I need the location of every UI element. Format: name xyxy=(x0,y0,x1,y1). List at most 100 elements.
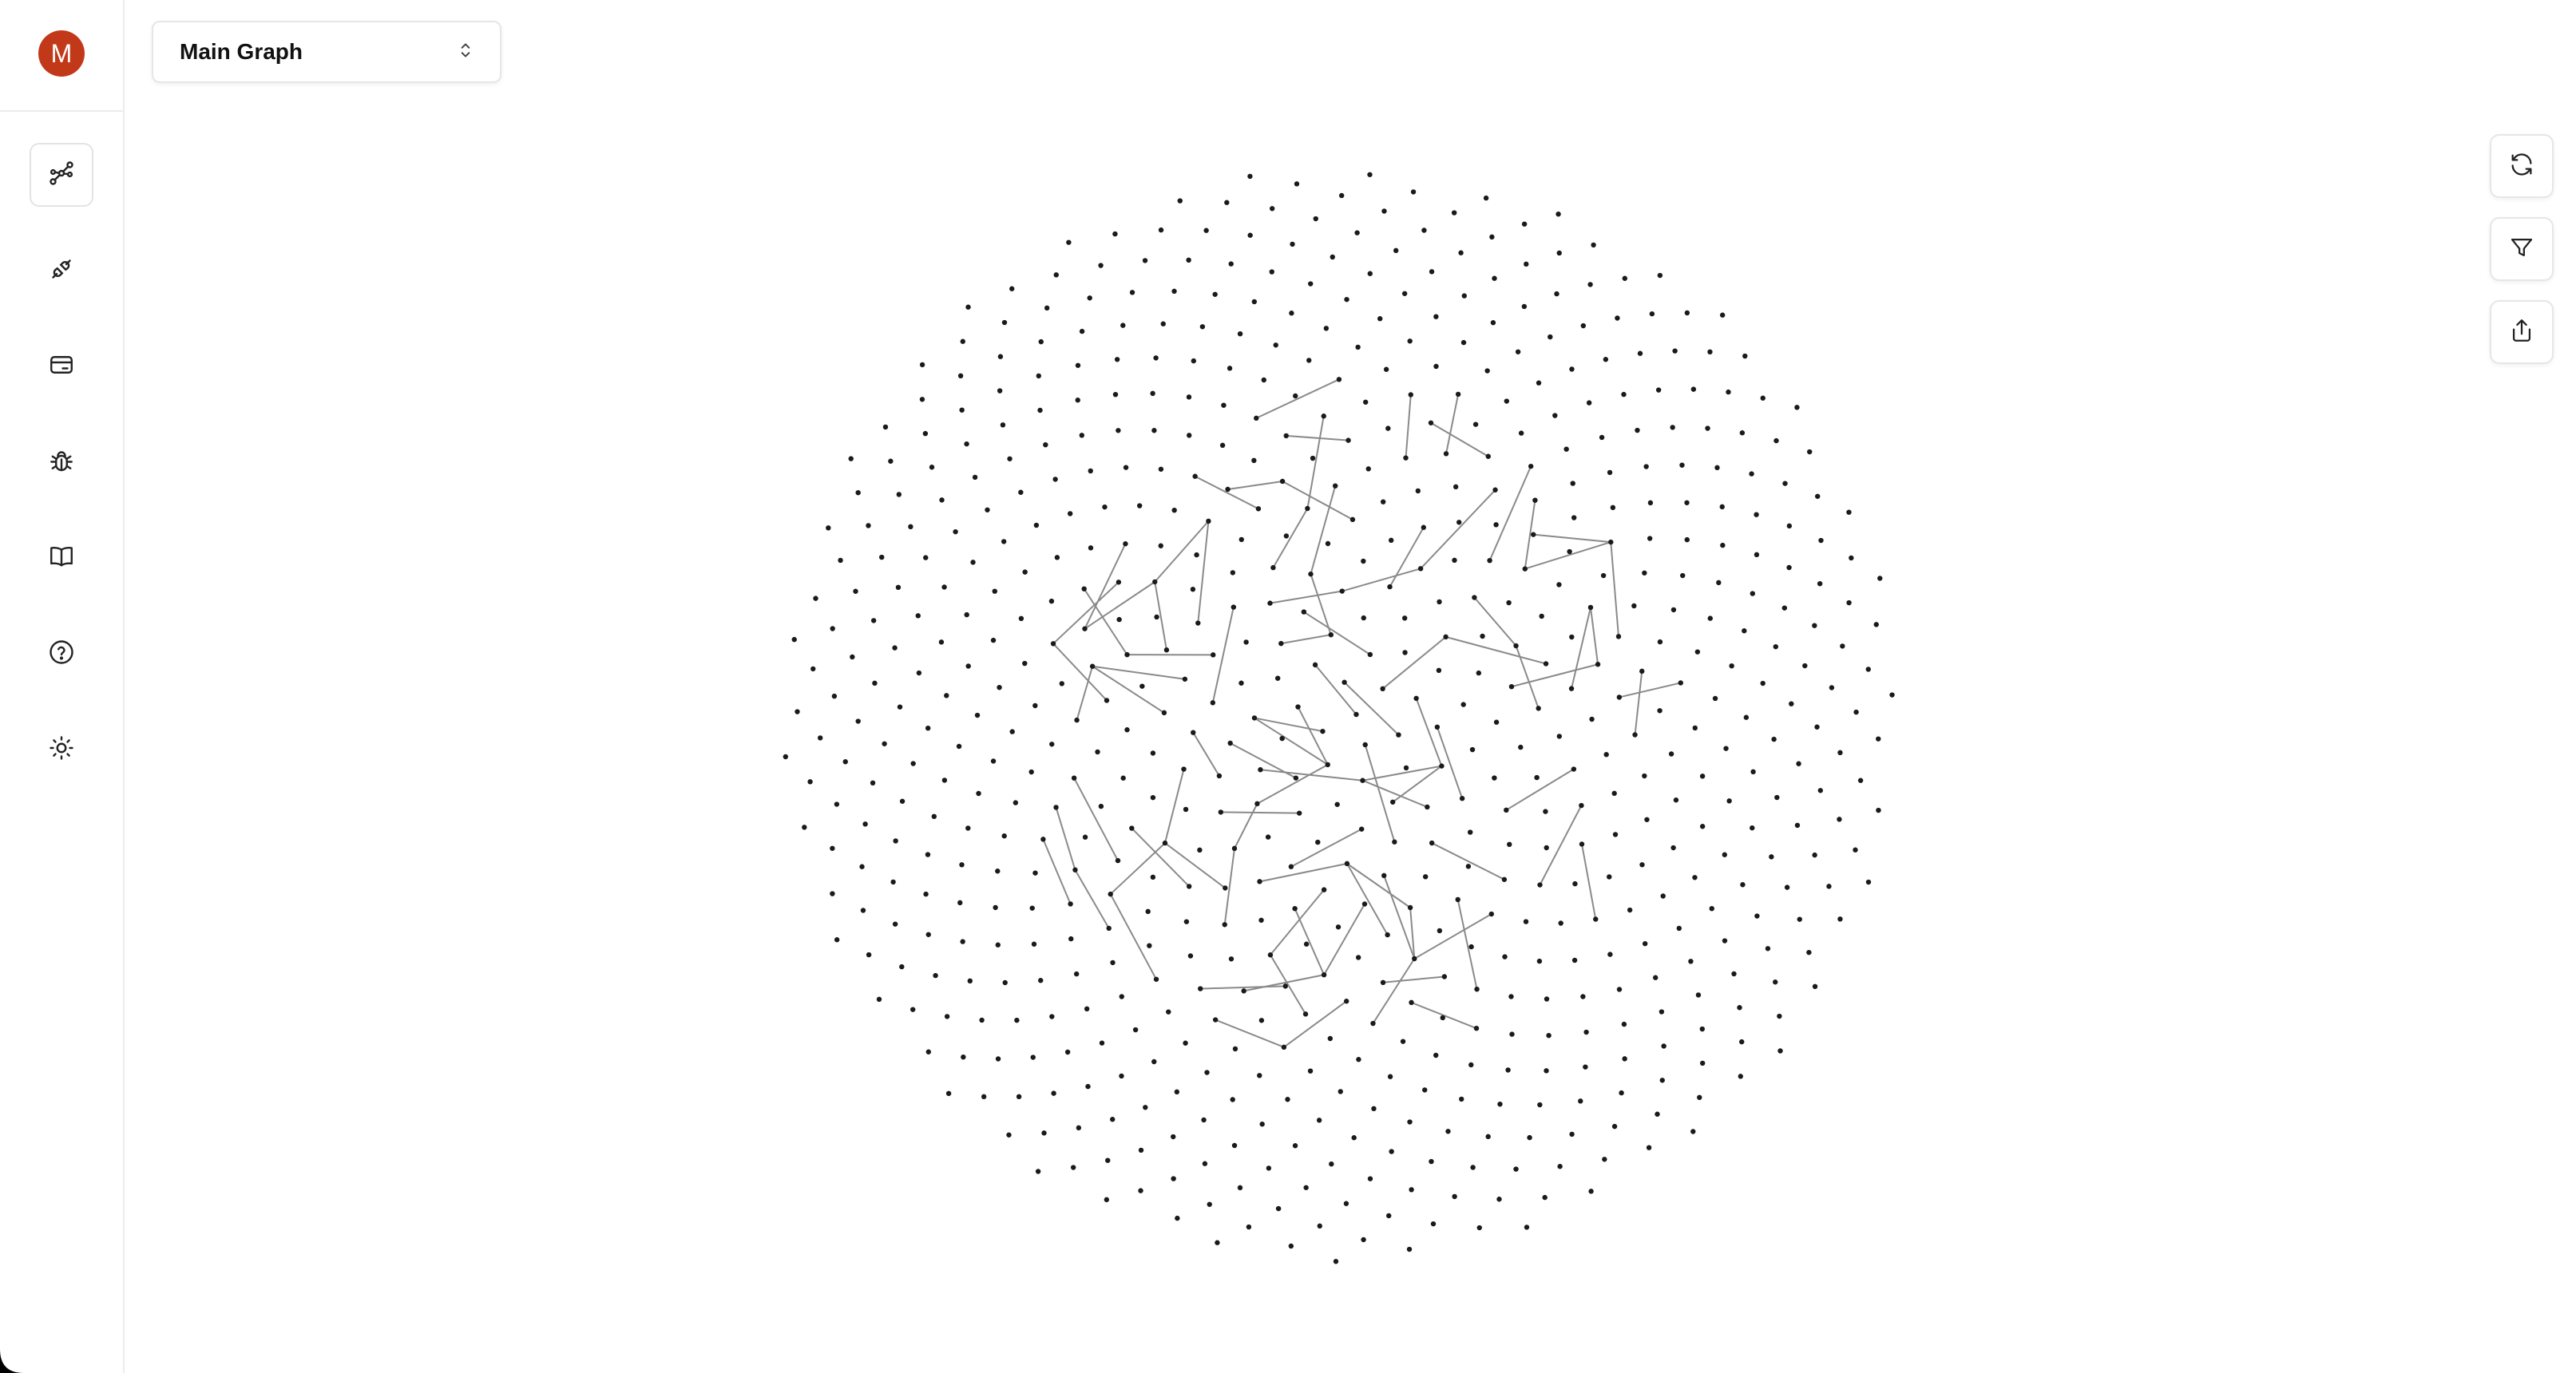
graph-node[interactable] xyxy=(1243,639,1249,645)
graph-node[interactable] xyxy=(1637,350,1643,356)
graph-node[interactable] xyxy=(990,758,997,764)
graph-node[interactable] xyxy=(1294,181,1300,187)
graph-node[interactable] xyxy=(1518,430,1524,436)
graph-node[interactable] xyxy=(908,524,913,530)
graph-node[interactable] xyxy=(1351,1135,1357,1141)
graph-node[interactable] xyxy=(830,845,835,851)
graph-node[interactable] xyxy=(1001,833,1007,839)
graph-node[interactable] xyxy=(1171,1176,1176,1181)
graph-node[interactable] xyxy=(959,407,965,413)
graph-node[interactable] xyxy=(1474,986,1480,992)
graph-node[interactable] xyxy=(1308,281,1314,287)
graph-node[interactable] xyxy=(1267,600,1273,606)
graph-node[interactable] xyxy=(1694,649,1701,655)
graph-node[interactable] xyxy=(1722,938,1728,944)
graph-node[interactable] xyxy=(1002,979,1008,986)
graph-node[interactable] xyxy=(1729,663,1734,669)
graph-node[interactable] xyxy=(1697,1094,1702,1101)
graph-node[interactable] xyxy=(1145,908,1151,915)
graph-node[interactable] xyxy=(1114,357,1120,362)
graph-node[interactable] xyxy=(1722,852,1728,857)
graph-node[interactable] xyxy=(895,584,902,591)
graph-node[interactable] xyxy=(1754,913,1760,919)
graph-node[interactable] xyxy=(866,523,871,528)
graph-node[interactable] xyxy=(1421,524,1426,530)
graph-node[interactable] xyxy=(1504,807,1509,813)
graph-node[interactable] xyxy=(1290,241,1295,247)
graph-node[interactable] xyxy=(1136,503,1143,508)
graph-node[interactable] xyxy=(1032,870,1038,876)
graph-node[interactable] xyxy=(1502,954,1508,960)
graph-node[interactable] xyxy=(1580,322,1587,329)
graph-node[interactable] xyxy=(1153,355,1159,361)
graph-node[interactable] xyxy=(1032,702,1038,709)
graph-node[interactable] xyxy=(1075,362,1081,368)
graph-node[interactable] xyxy=(1389,1149,1394,1154)
graph-node[interactable] xyxy=(1569,1131,1575,1138)
graph-node[interactable] xyxy=(964,441,969,447)
graph-node[interactable] xyxy=(1000,422,1006,428)
graph-node[interactable] xyxy=(1459,1096,1464,1102)
graph-node[interactable] xyxy=(979,1017,985,1023)
graph-node[interactable] xyxy=(1305,505,1310,512)
graph-node[interactable] xyxy=(1773,643,1778,650)
graph-node[interactable] xyxy=(957,373,964,379)
graph-node[interactable] xyxy=(1670,425,1675,430)
graph-node[interactable] xyxy=(1099,1040,1105,1046)
graph-node[interactable] xyxy=(1089,663,1096,669)
graph-node[interactable] xyxy=(1678,680,1683,686)
graph-node[interactable] xyxy=(1321,887,1327,892)
graph-node[interactable] xyxy=(1846,509,1852,515)
graph-node[interactable] xyxy=(848,456,854,461)
graph-node[interactable] xyxy=(1407,1119,1413,1125)
graph-node[interactable] xyxy=(1292,906,1298,912)
graph-node[interactable] xyxy=(1082,834,1088,840)
graph-node[interactable] xyxy=(1688,959,1694,964)
graph-node[interactable] xyxy=(1586,400,1592,406)
graph-node[interactable] xyxy=(1568,686,1575,691)
graph-node[interactable] xyxy=(1524,1225,1530,1230)
graph-node[interactable] xyxy=(1705,425,1710,431)
graph-node[interactable] xyxy=(1201,1117,1207,1123)
graph-node[interactable] xyxy=(1296,810,1302,816)
graph-node[interactable] xyxy=(957,900,963,906)
graph-node[interactable] xyxy=(1001,539,1007,544)
graph-node[interactable] xyxy=(1556,211,1561,217)
graph-node[interactable] xyxy=(1303,941,1310,947)
graph-node[interactable] xyxy=(1151,1058,1157,1065)
graph-node[interactable] xyxy=(1523,919,1529,924)
graph-node[interactable] xyxy=(1006,1132,1012,1138)
graph-node[interactable] xyxy=(1483,195,1489,201)
graph-node[interactable] xyxy=(1129,290,1135,295)
graph-node[interactable] xyxy=(1433,363,1439,370)
graph-node[interactable] xyxy=(1563,446,1569,452)
graph-node[interactable] xyxy=(1030,1054,1036,1060)
graph-node[interactable] xyxy=(834,937,840,943)
graph-node[interactable] xyxy=(944,1014,950,1019)
graph-node[interactable] xyxy=(1716,580,1722,586)
graph-node[interactable] xyxy=(1367,271,1373,276)
graph-node[interactable] xyxy=(1355,344,1361,350)
graph-node[interactable] xyxy=(1754,552,1760,558)
graph-node[interactable] xyxy=(1571,766,1577,772)
graph-node[interactable] xyxy=(872,680,878,686)
graph-node[interactable] xyxy=(1195,620,1201,626)
graph-node[interactable] xyxy=(995,1056,1001,1062)
graph-node[interactable] xyxy=(1283,533,1290,539)
graph-node[interactable] xyxy=(1567,548,1572,555)
graph-node[interactable] xyxy=(1247,232,1253,238)
graph-node[interactable] xyxy=(1124,651,1130,658)
graph-node[interactable] xyxy=(838,557,843,564)
graph-node[interactable] xyxy=(1206,518,1211,524)
graph-node[interactable] xyxy=(1228,261,1234,267)
graph-node[interactable] xyxy=(1158,227,1164,233)
graph-node[interactable] xyxy=(959,862,965,868)
graph-node[interactable] xyxy=(923,555,929,560)
graph-node[interactable] xyxy=(944,693,949,698)
graph-node[interactable] xyxy=(1191,358,1197,364)
graph-node[interactable] xyxy=(1635,427,1640,433)
graph-node[interactable] xyxy=(1261,377,1266,383)
graph-node[interactable] xyxy=(1670,845,1676,851)
graph-node[interactable] xyxy=(970,560,976,565)
graph-node[interactable] xyxy=(1116,580,1122,585)
